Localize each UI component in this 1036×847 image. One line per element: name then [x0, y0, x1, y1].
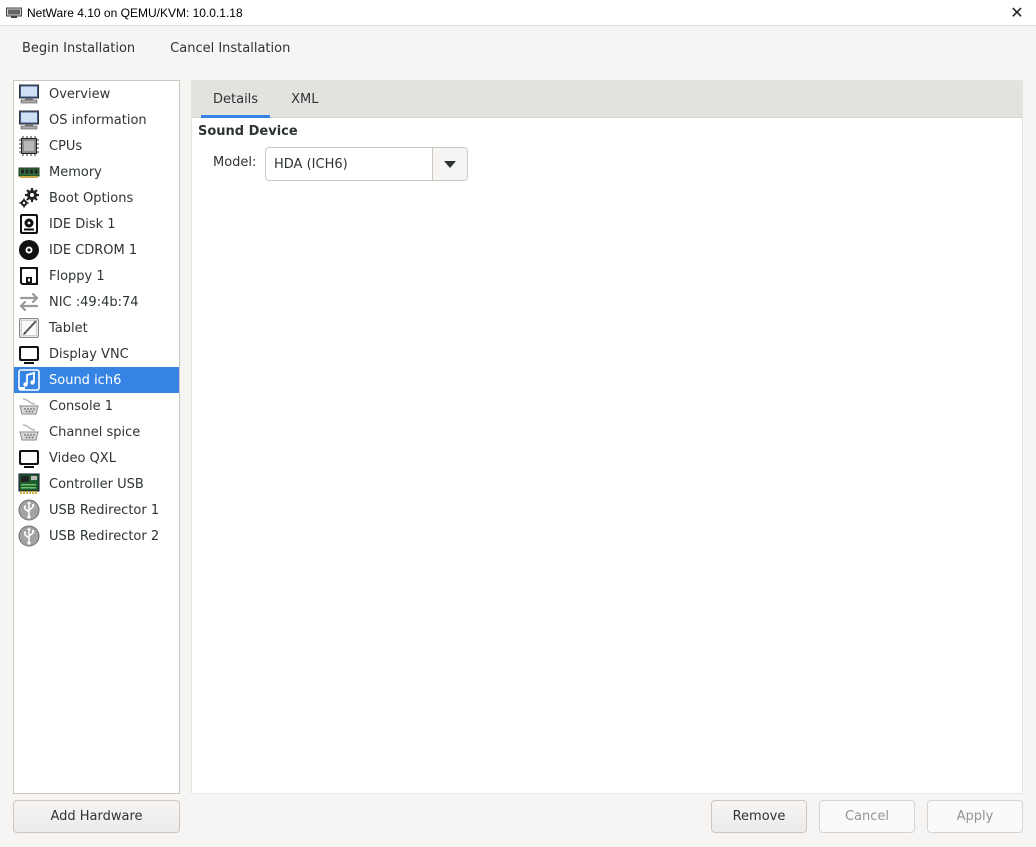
sidebar-item-label: USB Redirector 1 [49, 502, 160, 518]
sidebar-item-label: Overview [49, 86, 111, 102]
sidebar-item-usb-redirector-1[interactable]: USB Redirector 1 [14, 497, 179, 523]
network-arrows-icon [17, 290, 41, 314]
sidebar-item-usb-redirector-2[interactable]: USB Redirector 2 [14, 523, 179, 549]
controller-board-icon [17, 472, 41, 496]
sidebar-item-label: Boot Options [49, 190, 134, 206]
sidebar-item-controller-usb[interactable]: Controller USB [14, 471, 179, 497]
begin-installation-button[interactable]: Begin Installation [12, 35, 145, 62]
sidebar-item-os-information[interactable]: OS information [14, 107, 179, 133]
tab-details[interactable]: Details [201, 81, 271, 118]
model-select[interactable]: HDA (ICH6) [265, 147, 468, 181]
sidebar-item-ide-disk-1[interactable]: IDE Disk 1 [14, 211, 179, 237]
cdrom-icon [17, 238, 41, 262]
tablet-pen-icon [17, 316, 41, 340]
serial-port-icon [17, 394, 41, 418]
sidebar-item-label: OS information [49, 112, 147, 128]
floppy-icon [17, 264, 41, 288]
gears-icon [17, 186, 41, 210]
monitor-icon [17, 82, 41, 106]
title-bar: NetWare 4.10 on QEMU/KVM: 10.0.1.18 ✕ [0, 0, 1036, 26]
virt-manager-icon [6, 7, 22, 19]
details-panel: Details XML Sound Device Model: HDA (ICH… [191, 80, 1023, 794]
sidebar-item-label: Display VNC [49, 346, 129, 362]
cpu-chip-icon [17, 134, 41, 158]
toolbar: Begin Installation Cancel Installation [0, 26, 1036, 70]
window-title: NetWare 4.10 on QEMU/KVM: 10.0.1.18 [27, 5, 243, 20]
sidebar-item-label: NIC :49:4b:74 [49, 294, 139, 310]
sidebar-item-overview[interactable]: Overview [14, 81, 179, 107]
sidebar-item-tablet[interactable]: Tablet [14, 315, 179, 341]
usb-icon [17, 524, 41, 548]
sidebar-item-label: Floppy 1 [49, 268, 105, 284]
hardware-list: Overview OS information CPUs Memory Boot Opt… [13, 80, 180, 794]
display-icon [17, 342, 41, 366]
sidebar-item-label: Tablet [49, 320, 88, 336]
sidebar-item-label: Console 1 [49, 398, 114, 414]
sidebar-item-label: Sound ich6 [49, 372, 122, 388]
sidebar-item-boot-options[interactable]: Boot Options [14, 185, 179, 211]
sidebar-item-cpus[interactable]: CPUs [14, 133, 179, 159]
usb-icon [17, 498, 41, 522]
tab-xml[interactable]: XML [279, 81, 330, 117]
ram-module-icon [17, 160, 41, 184]
sidebar-item-label: USB Redirector 2 [49, 528, 160, 544]
sidebar-item-label: IDE Disk 1 [49, 216, 116, 232]
sidebar-item-label: Controller USB [49, 476, 144, 492]
sidebar-item-label: Memory [49, 164, 102, 180]
sound-card-icon [17, 368, 41, 392]
hard-disk-icon [17, 212, 41, 236]
sidebar-item-display-vnc[interactable]: Display VNC [14, 341, 179, 367]
monitor-icon [17, 108, 41, 132]
section-title: Sound Device [198, 124, 298, 139]
chevron-down-icon [444, 160, 456, 168]
sidebar-item-label: Video QXL [49, 450, 116, 466]
model-select-value: HDA (ICH6) [274, 156, 348, 172]
sidebar-item-memory[interactable]: Memory [14, 159, 179, 185]
model-label: Model: [213, 155, 257, 170]
sidebar-item-floppy-1[interactable]: Floppy 1 [14, 263, 179, 289]
tab-bar: Details XML [192, 81, 1022, 118]
close-window-icon[interactable]: ✕ [1008, 4, 1026, 22]
sidebar-item-ide-cdrom-1[interactable]: IDE CDROM 1 [14, 237, 179, 263]
sidebar-item-label: Channel spice [49, 424, 141, 440]
remove-button[interactable]: Remove [711, 800, 807, 833]
sidebar-item-sound-ich6[interactable]: Sound ich6 [14, 367, 179, 393]
sidebar-item-label: CPUs [49, 138, 83, 154]
sidebar-item-video-qxl[interactable]: Video QXL [14, 445, 179, 471]
sidebar-item-console-1[interactable]: Console 1 [14, 393, 179, 419]
sidebar-item-nic-49-4b-74[interactable]: NIC :49:4b:74 [14, 289, 179, 315]
add-hardware-button[interactable]: Add Hardware [13, 800, 180, 833]
sidebar-item-channel-spice[interactable]: Channel spice [14, 419, 179, 445]
apply-button[interactable]: Apply [927, 800, 1023, 833]
sidebar-item-label: IDE CDROM 1 [49, 242, 138, 258]
cancel-installation-button[interactable]: Cancel Installation [160, 35, 300, 62]
display-icon [17, 446, 41, 470]
model-dropdown-button[interactable] [432, 148, 467, 180]
cancel-button[interactable]: Cancel [819, 800, 915, 833]
serial-port-icon [17, 420, 41, 444]
